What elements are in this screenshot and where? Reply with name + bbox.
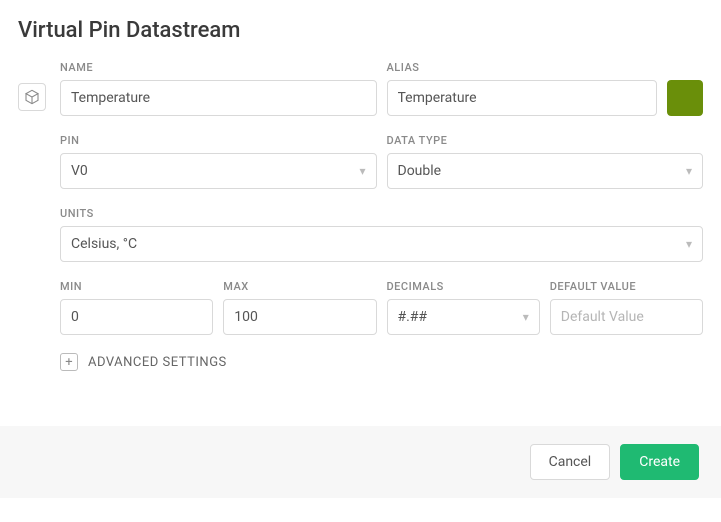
decimals-value: #.## <box>398 309 428 325</box>
page-title: Virtual Pin Datastream <box>18 18 703 43</box>
pin-label: PIN <box>60 134 377 147</box>
alias-input[interactable] <box>387 80 658 116</box>
decimals-label: DECIMALS <box>387 280 540 293</box>
datatype-label: DATA TYPE <box>387 134 704 147</box>
advanced-settings-toggle[interactable]: + ADVANCED SETTINGS <box>60 353 703 371</box>
cube-icon <box>24 89 40 105</box>
datastream-icon-box[interactable] <box>18 83 46 111</box>
units-label: UNITS <box>60 207 703 220</box>
units-value: Celsius, °C <box>71 236 137 252</box>
chevron-down-icon: ▾ <box>523 310 529 324</box>
chevron-down-icon: ▾ <box>686 164 692 178</box>
pin-value: V0 <box>71 163 88 179</box>
alias-label: ALIAS <box>387 61 704 74</box>
min-label: MIN <box>60 280 213 293</box>
min-input[interactable] <box>60 299 213 335</box>
color-swatch[interactable] <box>667 80 703 116</box>
datatype-select[interactable]: Double ▾ <box>387 153 704 189</box>
chevron-down-icon: ▾ <box>359 164 365 178</box>
create-button[interactable]: Create <box>620 444 699 480</box>
decimals-select[interactable]: #.## ▾ <box>387 299 540 335</box>
units-select[interactable]: Celsius, °C ▾ <box>60 226 703 262</box>
max-input[interactable] <box>223 299 376 335</box>
footer-bar: Cancel Create <box>0 426 721 498</box>
pin-select[interactable]: V0 ▾ <box>60 153 377 189</box>
default-input[interactable] <box>550 299 703 335</box>
name-label: NAME <box>60 61 377 74</box>
plus-icon: + <box>60 353 78 371</box>
advanced-settings-label: ADVANCED SETTINGS <box>88 355 227 370</box>
datatype-value: Double <box>398 163 442 179</box>
chevron-down-icon: ▾ <box>686 237 692 251</box>
max-label: MAX <box>223 280 376 293</box>
name-input[interactable] <box>60 80 377 116</box>
cancel-button[interactable]: Cancel <box>530 444 611 480</box>
default-label: DEFAULT VALUE <box>550 280 703 293</box>
